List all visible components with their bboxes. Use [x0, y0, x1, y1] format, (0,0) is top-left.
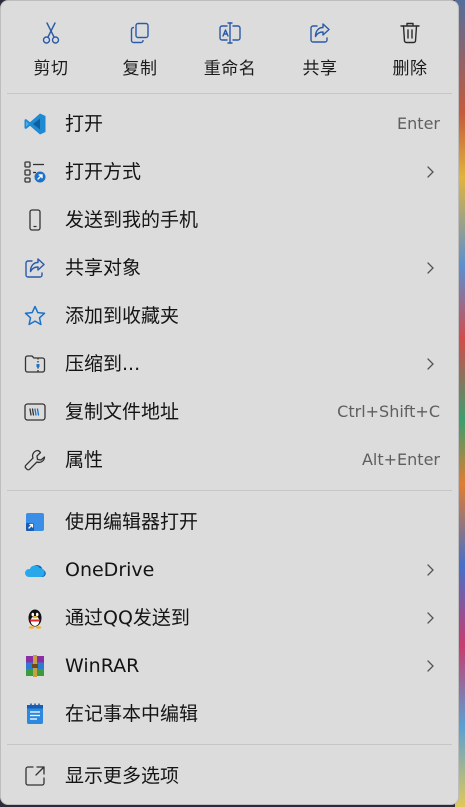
copy-button[interactable]: 复制: [105, 17, 175, 87]
menu-item-label: WinRAR: [65, 655, 140, 677]
rename-icon: [218, 21, 242, 45]
notepad-icon: [23, 702, 47, 726]
shortcut-text: Alt+Enter: [361, 450, 440, 469]
menu-item-label: 通过QQ发送到: [65, 607, 190, 629]
menu-item-label: OneDrive: [65, 559, 155, 581]
winrar-icon: [23, 654, 47, 678]
menu-item-label: 使用编辑器打开: [65, 511, 199, 533]
delete-button[interactable]: 删除: [375, 17, 445, 87]
trash-icon: [398, 21, 422, 45]
menu-item-send-to-phone[interactable]: 发送到我的手机: [7, 197, 454, 243]
menu-item-label: 复制文件地址: [65, 401, 180, 423]
menu-item-open-with-editor[interactable]: 使用编辑器打开: [7, 499, 454, 545]
chevron-right-icon: [420, 560, 440, 580]
menu-item-share-with[interactable]: 共享对象: [7, 245, 454, 291]
qq-icon: [23, 606, 47, 630]
star-icon: [23, 304, 47, 328]
menu-item-label: 属性: [65, 449, 104, 471]
menu-item-label: 发送到我的手机: [65, 209, 199, 231]
cut-button[interactable]: 剪切: [16, 17, 86, 87]
copy-label: 复制: [122, 59, 158, 79]
phone-icon: [23, 208, 47, 232]
chevron-right-icon: [420, 608, 440, 628]
menu-item-show-more-options[interactable]: 显示更多选项: [7, 753, 454, 799]
chevron-right-icon: [420, 162, 440, 182]
share-icon: [308, 21, 332, 45]
open-with-icon: [23, 160, 47, 184]
menu-item-open-with[interactable]: 打开方式: [7, 149, 454, 195]
shortcut-text: Enter: [397, 114, 440, 133]
menu-item-add-to-favorites[interactable]: 添加到收藏夹: [7, 293, 454, 339]
separator: [7, 490, 452, 491]
share-label: 共享: [302, 59, 338, 79]
rename-label: 重命名: [203, 59, 257, 79]
onedrive-icon: [23, 558, 47, 582]
vscode-icon: [23, 112, 47, 136]
menu-item-edit-in-notepad[interactable]: 在记事本中编辑: [7, 691, 454, 737]
shortcut-text: Ctrl+Shift+C: [337, 402, 440, 421]
wrench-icon: [23, 448, 47, 472]
menu-item-onedrive[interactable]: OneDrive: [7, 547, 454, 593]
menu-item-compress-to[interactable]: 压缩到...: [7, 341, 454, 387]
rename-button[interactable]: 重命名: [195, 17, 265, 87]
zip-folder-icon: [23, 352, 47, 376]
chevron-right-icon: [420, 354, 440, 374]
menu-item-label: 打开方式: [65, 161, 142, 183]
menu-item-label: 共享对象: [65, 257, 142, 279]
separator: [7, 93, 452, 94]
more-options-icon: [23, 764, 47, 788]
share-button[interactable]: 共享: [285, 17, 355, 87]
menu-item-label: 打开: [65, 113, 104, 135]
share-icon: [23, 256, 47, 280]
menu-item-properties[interactable]: 属性 Alt+Enter: [7, 437, 454, 483]
menu-item-open[interactable]: 打开 Enter: [7, 101, 454, 147]
copy-path-icon: [23, 400, 47, 424]
cut-label: 剪切: [33, 59, 69, 79]
chevron-right-icon: [420, 258, 440, 278]
menu-item-winrar[interactable]: WinRAR: [7, 643, 454, 689]
copy-icon: [128, 21, 152, 45]
separator: [7, 744, 452, 745]
menu-item-label: 添加到收藏夹: [65, 305, 180, 327]
editor-icon: [23, 510, 47, 534]
scissors-icon: [39, 21, 63, 45]
menu-item-send-via-qq[interactable]: 通过QQ发送到: [7, 595, 454, 641]
quick-action-bar: 剪切 复制 重命名 共享 删除: [1, 1, 458, 91]
menu-item-label: 压缩到...: [65, 353, 141, 375]
menu-item-label: 显示更多选项: [65, 765, 180, 787]
chevron-right-icon: [420, 656, 440, 676]
context-menu: 剪切 复制 重命名 共享 删除 打开 Enter 打开方式 发送到我的手机 共享…: [0, 0, 459, 805]
menu-item-label: 在记事本中编辑: [65, 703, 199, 725]
delete-label: 删除: [392, 59, 428, 79]
menu-item-copy-as-path[interactable]: 复制文件地址 Ctrl+Shift+C: [7, 389, 454, 435]
